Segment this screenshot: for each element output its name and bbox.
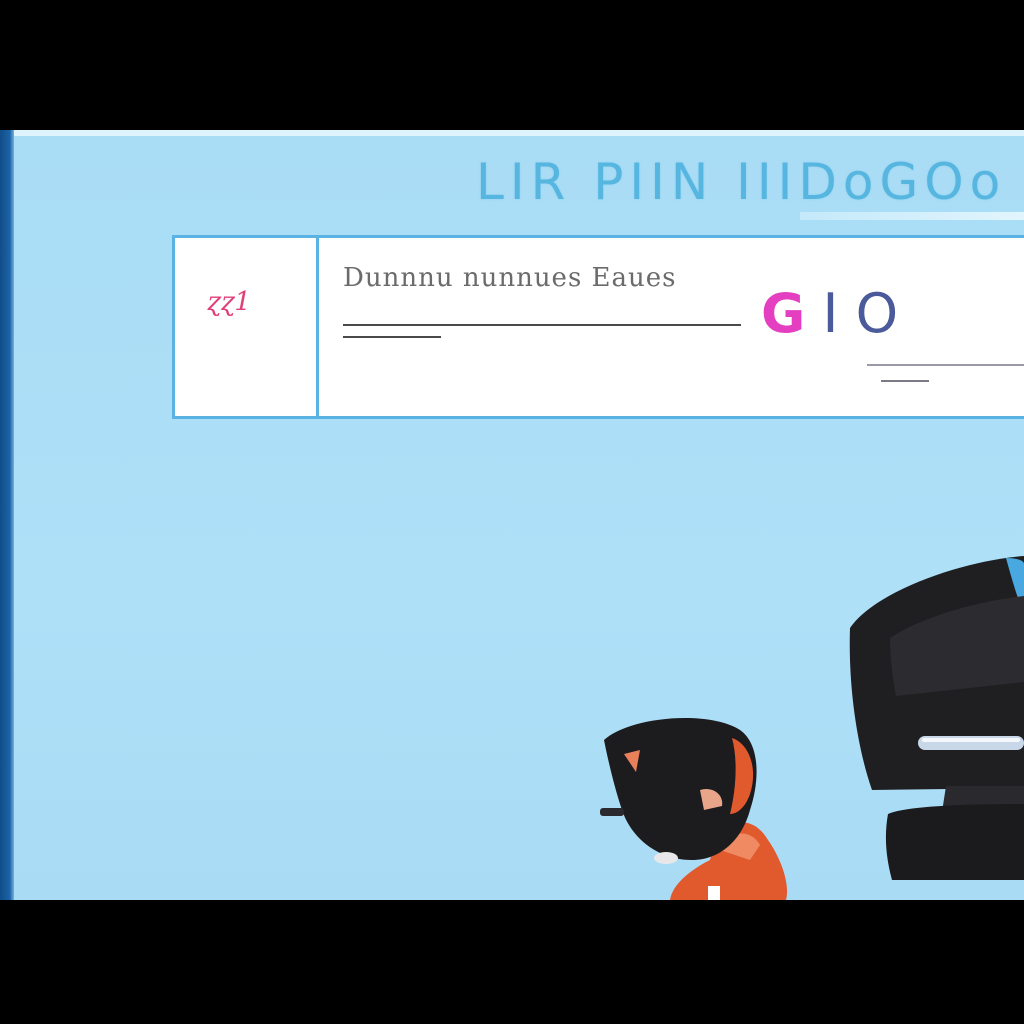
header-underline bbox=[800, 212, 1024, 220]
card-divider bbox=[343, 324, 741, 326]
app-frame: LIR PIIN IIIDoGOo ɀɀ1 Dunnnu nunnues Eau… bbox=[0, 0, 1024, 1024]
card-code-accent: G bbox=[761, 282, 806, 345]
card-code-rest: I O bbox=[822, 282, 899, 345]
computer-monitor-icon bbox=[849, 556, 1024, 880]
card-divider-short bbox=[343, 336, 441, 338]
card-right-line-short bbox=[881, 380, 929, 382]
card-right-line bbox=[867, 364, 1024, 366]
card-heading: Dunnnu nunnues Eaues bbox=[343, 263, 677, 293]
bottom-letterbox bbox=[0, 900, 1024, 1024]
screen-area: LIR PIIN IIIDoGOo ɀɀ1 Dunnnu nunnues Eau… bbox=[0, 130, 1024, 900]
card-mark: ɀɀ1 bbox=[207, 287, 251, 317]
top-strip bbox=[14, 130, 1024, 136]
header-title: LIR PIIN IIIDoGOo bbox=[476, 153, 1007, 211]
card-icon-panel: ɀɀ1 bbox=[175, 238, 319, 416]
person-at-computer-icon bbox=[600, 717, 788, 900]
info-card[interactable]: ɀɀ1 Dunnnu nunnues Eaues G I O bbox=[172, 235, 1024, 419]
left-rail bbox=[0, 130, 14, 900]
card-code: G I O bbox=[761, 282, 921, 346]
